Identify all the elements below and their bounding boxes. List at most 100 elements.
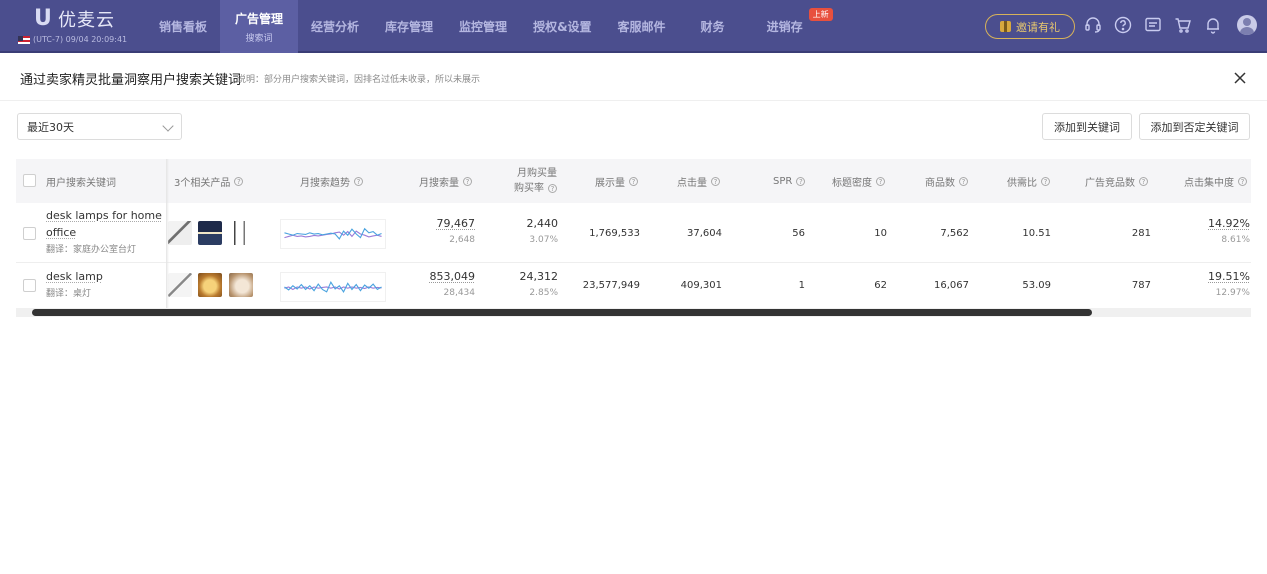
col-monthly-buy[interactable]: 月购买量 购买率?	[493, 159, 557, 203]
nav-item-monitoring[interactable]: 监控管理	[446, 0, 520, 53]
col-product-count[interactable]: 商品数?	[925, 159, 968, 203]
chevron-down-icon	[162, 120, 174, 132]
nav-item-finance[interactable]: 财务	[679, 0, 747, 53]
monthly-search-value[interactable]: 79,467	[437, 217, 476, 230]
avatar-icon[interactable]	[1237, 15, 1257, 35]
timezone-display: (UTC-7) 09/04 20:09:41	[18, 35, 127, 44]
click-concentration-cell: 19.51% 12.97%	[1208, 270, 1250, 298]
keyword-cell[interactable]: desk lamp 翻译：桌灯	[46, 268, 103, 303]
col-product-count-label: 商品数	[925, 177, 955, 189]
product-thumbnail[interactable]	[168, 221, 192, 245]
nav-item-auth-settings[interactable]: 授权&设置	[520, 0, 604, 53]
bell-icon[interactable]	[1203, 15, 1223, 35]
product-thumbnail[interactable]	[198, 221, 222, 245]
nav-label: 广告管理	[235, 11, 284, 26]
product-thumbnail[interactable]	[229, 221, 253, 245]
add-to-keyword-button[interactable]: 添加到关键词	[1042, 113, 1132, 140]
search-trend-sparkline[interactable]	[280, 219, 386, 249]
col-trend-label: 月搜索趋势	[300, 177, 350, 189]
help-circle-icon[interactable]: ?	[796, 176, 806, 186]
click-concentration-value[interactable]: 14.92%	[1208, 217, 1250, 230]
close-icon[interactable]	[1232, 70, 1248, 86]
cart-icon[interactable]	[1173, 15, 1193, 35]
col-title-density[interactable]: 标题密度?	[832, 159, 885, 203]
nav-label: 授权&设置	[533, 20, 592, 34]
keyword-text-line1[interactable]: desk lamps for home	[46, 207, 162, 224]
col-click-concentration[interactable]: 点击集中度?	[1184, 159, 1247, 203]
logo-icon: U	[34, 6, 52, 31]
col-trend: 月搜索趋势?	[300, 159, 363, 203]
invite-label: 邀请有礼	[1016, 20, 1060, 34]
row-divider	[16, 262, 1251, 263]
nav-label: 销售看板	[159, 20, 208, 34]
top-icon-group	[1083, 15, 1257, 35]
title-density-value: 10	[874, 228, 887, 239]
supply-demand-value: 53.09	[1022, 280, 1051, 291]
col-impressions-label: 展示量	[595, 177, 625, 189]
invite-button[interactable]: 邀请有礼	[985, 14, 1075, 39]
buy-rate-value: 2.85%	[529, 288, 558, 298]
row-checkbox[interactable]	[23, 279, 36, 292]
help-circle-icon[interactable]: ?	[1139, 176, 1148, 186]
select-all-checkbox[interactable]	[23, 174, 36, 187]
dialog-note: 说明：部分用户搜索关键词，因排名过低未收录，所以未展示	[237, 75, 481, 85]
nav-label: 客服邮件	[617, 20, 666, 34]
col-impressions[interactable]: 展示量?	[595, 159, 638, 203]
horizontal-scrollbar-thumb[interactable]	[32, 309, 1092, 316]
trend-line-primary	[284, 280, 382, 293]
trend-line-secondary	[284, 230, 382, 239]
nav-label: 财务	[700, 20, 725, 34]
add-to-negative-keyword-button[interactable]: 添加到否定关键词	[1139, 113, 1250, 140]
monthly-buy-value: 24,312	[519, 270, 559, 283]
trend-line-primary	[284, 227, 382, 240]
help-icon[interactable]	[1113, 15, 1133, 35]
help-circle-icon[interactable]: ?	[1041, 176, 1050, 186]
clicks-value: 37,604	[687, 228, 722, 239]
help-circle-icon[interactable]: ?	[234, 176, 244, 186]
help-circle-icon[interactable]: ?	[463, 176, 472, 186]
product-thumbnail[interactable]	[168, 273, 192, 297]
help-circle-icon[interactable]: ?	[629, 176, 638, 186]
row-checkbox[interactable]	[23, 227, 36, 240]
nav-item-inventory[interactable]: 库存管理	[372, 0, 446, 53]
col-monthly-search[interactable]: 月搜索量?	[419, 159, 472, 203]
col-keyword[interactable]: 用户搜索关键词	[46, 159, 116, 203]
click-concentration-value[interactable]: 19.51%	[1208, 270, 1250, 283]
col-buy-rate-label: 购买率?	[514, 181, 557, 196]
col-ad-products[interactable]: 广告竞品数?	[1085, 159, 1148, 203]
app-logo[interactable]: U 优麦云	[34, 6, 115, 32]
col-spr-label: SPR	[773, 175, 793, 187]
monthly-search-sub: 28,434	[443, 288, 476, 298]
nav-label: 进销存	[766, 20, 803, 34]
nav-item-sales-board[interactable]: 销售看板	[146, 0, 220, 53]
ad-products-value: 787	[1131, 280, 1151, 291]
buy-rate-value: 3.07%	[529, 235, 558, 245]
product-thumbnail[interactable]	[229, 273, 253, 297]
nav-item-ad-management[interactable]: 广告管理 搜索词	[220, 0, 299, 53]
col-supply-demand[interactable]: 供需比?	[1007, 159, 1050, 203]
help-circle-icon[interactable]: ?	[876, 176, 885, 186]
message-icon[interactable]	[1143, 15, 1163, 35]
search-trend-sparkline[interactable]	[280, 272, 386, 302]
date-range-select[interactable]: 最近30天	[17, 113, 182, 140]
keyword-text-line2[interactable]: office	[46, 224, 162, 241]
help-circle-icon[interactable]: ?	[711, 176, 720, 186]
monthly-search-value[interactable]: 853,049	[430, 270, 476, 283]
col-spr[interactable]: SPR?	[773, 159, 806, 203]
col-ad-products-label: 广告竞品数	[1085, 177, 1135, 189]
help-circle-icon[interactable]: ?	[959, 176, 968, 186]
product-count-value: 16,067	[934, 280, 969, 291]
nav-item-purchase-sales[interactable]: 进销存 上新	[747, 0, 833, 53]
keyword-text-line1[interactable]: desk lamp	[46, 268, 103, 285]
product-thumbnail[interactable]	[198, 273, 222, 297]
col-clicks[interactable]: 点击量?	[677, 159, 720, 203]
monthly-buy-cell: 2,440 3.07%	[527, 217, 559, 245]
nav-item-service-mail[interactable]: 客服邮件	[605, 0, 679, 53]
help-circle-icon[interactable]: ?	[1238, 176, 1247, 186]
help-circle-icon[interactable]: ?	[354, 176, 363, 186]
click-concentration-sub: 12.97%	[1215, 288, 1250, 298]
help-circle-icon[interactable]: ?	[548, 184, 557, 193]
nav-item-business-analysis[interactable]: 经营分析	[298, 0, 372, 53]
keyword-cell[interactable]: desk lamps for home office 翻译：家庭办公室台灯	[46, 207, 162, 259]
headset-icon[interactable]	[1083, 15, 1103, 35]
